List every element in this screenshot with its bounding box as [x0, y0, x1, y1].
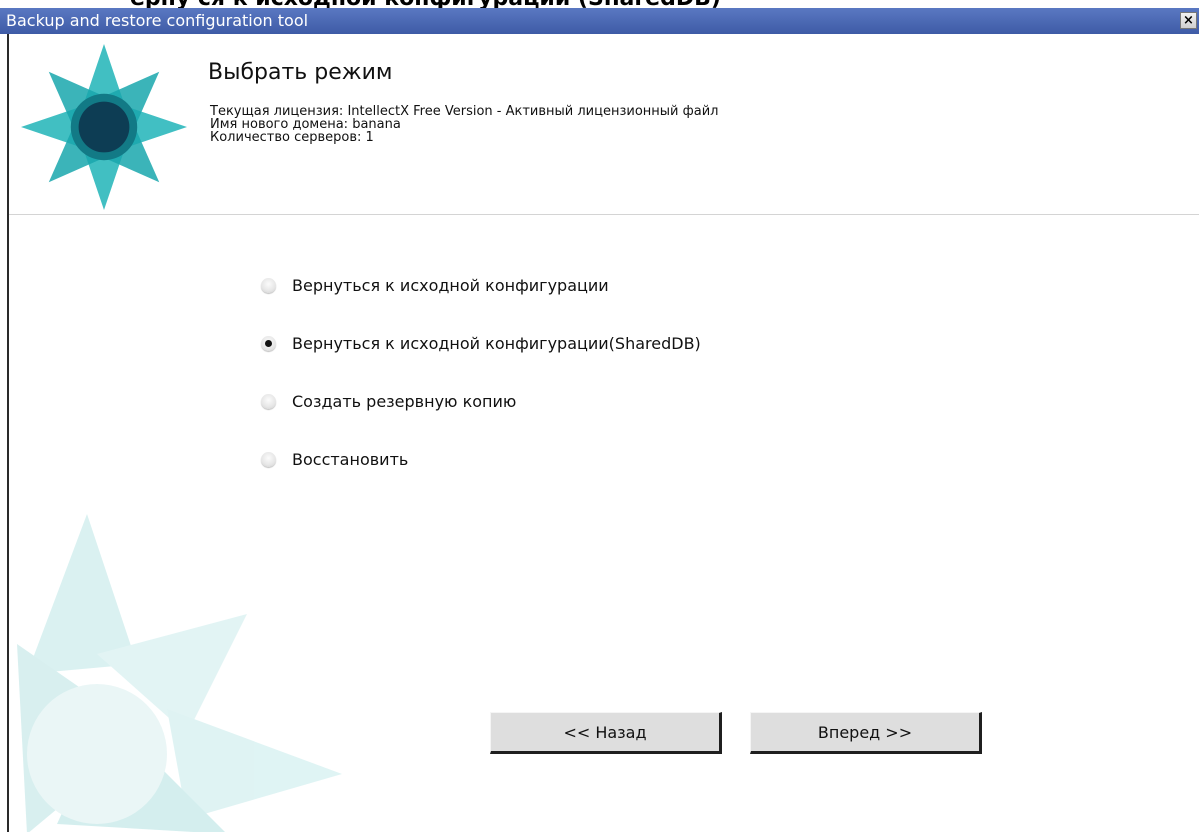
radio-restore-initial-shareddb[interactable] [261, 335, 276, 351]
option-restore-initial-shareddb[interactable]: Вернуться к исходной конфигурации(Shared… [261, 314, 701, 372]
option-restore-initial[interactable]: Вернуться к исходной конфигурации [261, 256, 701, 314]
mode-options: Вернуться к исходной конфигурации Вернут… [261, 256, 701, 488]
window-titlebar: Backup and restore configuration tool × [0, 8, 1199, 34]
flower-logo-icon [21, 44, 187, 210]
servers-line: Количество серверов: 1 [210, 130, 374, 145]
close-icon[interactable]: × [1180, 12, 1197, 29]
option-restore[interactable]: Восстановить [261, 430, 701, 488]
next-button[interactable]: Вперед >> [750, 712, 982, 754]
page-title: Выбрать режим [208, 60, 393, 85]
option-create-backup[interactable]: Создать резервную копию [261, 372, 701, 430]
caption-text: ерну ся к исходной конфигурации (SharedD… [0, 0, 1199, 8]
background-flower-icon [17, 514, 342, 832]
radio-restore-initial[interactable] [261, 277, 276, 293]
wizard-header: Выбрать режим Текущая лицензия: Intellec… [9, 34, 1199, 215]
option-label: Вернуться к исходной конфигурации(Shared… [292, 333, 701, 353]
option-label: Восстановить [292, 449, 409, 469]
window-title: Backup and restore configuration tool [6, 11, 309, 30]
radio-create-backup[interactable] [261, 393, 276, 409]
background-caption-fragment: ерну ся к исходной конфигурации (SharedD… [0, 0, 1199, 8]
option-label: Вернуться к исходной конфигурации [292, 275, 609, 295]
radio-restore[interactable] [261, 451, 276, 467]
option-label: Создать резервную копию [292, 391, 517, 411]
wizard-window: Выбрать режим Текущая лицензия: Intellec… [7, 34, 1199, 832]
license-info: Текущая лицензия: IntellectX Free Versio… [210, 105, 718, 144]
back-button[interactable]: << Назад [490, 712, 722, 754]
